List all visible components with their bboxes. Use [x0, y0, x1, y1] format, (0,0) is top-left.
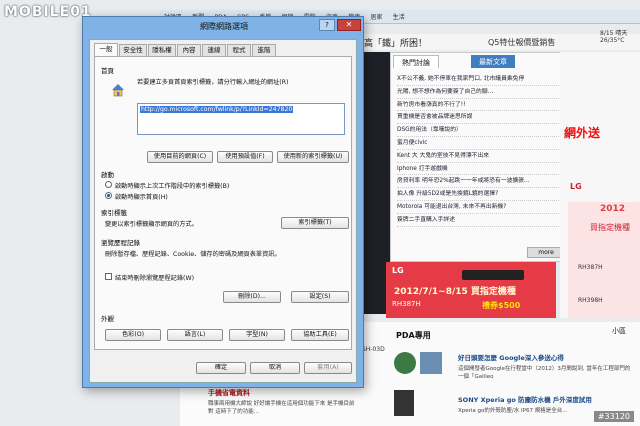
player-image — [462, 270, 524, 280]
pda-section-title[interactable]: PDA專用 — [396, 330, 431, 341]
article-thumbnail[interactable] — [394, 352, 416, 374]
right-ad-model-2: RH398H — [578, 297, 603, 304]
article-title[interactable]: 手機省電資料 — [208, 388, 250, 398]
tab-general[interactable]: 一般 — [94, 43, 118, 57]
tab-security[interactable]: 安全性 — [119, 44, 147, 56]
dialog-body: 一般 安全性 隱私權 內容 連線 程式 進階 首頁 若要建立多頁首頁索引標籤，請… — [89, 39, 357, 383]
tab-latest-articles[interactable]: 最新文章 — [471, 55, 515, 68]
internet-options-dialog: 網際網路選項 ? ✕ 一般 安全性 隱私權 內容 連線 程式 進階 首頁 若要建… — [82, 16, 364, 388]
news-item[interactable]: 蜜月便civic — [397, 137, 565, 150]
tabs-button[interactable]: 索引標籤(T) — [281, 217, 349, 229]
startup-home-page-radio[interactable] — [105, 192, 112, 199]
dialog-button-bar: 確定 取消 套用(A) — [90, 354, 356, 382]
tab-privacy[interactable]: 隱私權 — [148, 44, 176, 56]
close-button[interactable]: ✕ — [337, 19, 361, 31]
home-page-icon — [112, 84, 124, 97]
news-item[interactable]: 簽牌二手直購入手詳述 — [397, 214, 565, 227]
nav-item[interactable]: 生活 — [389, 10, 409, 23]
tabs-description: 變更以索引標籤顯示網頁的方式。 — [105, 221, 198, 228]
nav-item[interactable]: 居家 — [367, 10, 387, 23]
tab-connections[interactable]: 連線 — [202, 44, 226, 56]
headline-left[interactable]: 高「鐵」所困！ — [364, 36, 427, 49]
tab-advanced[interactable]: 進階 — [252, 44, 276, 56]
news-item[interactable]: 光陽, 想不想作為何要簽了自己的腳... — [397, 86, 565, 99]
headline-right[interactable]: Q5特仕報價暨銷售 — [488, 37, 555, 48]
colors-button[interactable]: 色彩(O) — [105, 329, 161, 341]
use-default-button[interactable]: 使用預設值(F) — [217, 151, 273, 163]
general-tab-pane: 首頁 若要建立多頁首頁索引標籤，請分行輸入網址的網址(R) http://go.… — [94, 56, 352, 350]
delete-history-button[interactable]: 刪除(D)... — [223, 291, 281, 303]
news-item[interactable]: Iphone 打手遊戲機 — [397, 163, 565, 176]
ad-date: 2012/7/1~8/15 買指定機種 — [394, 287, 516, 297]
article-body: 職事兩用機大師說 好好讓手機在這用個功能下來 是手機目前對 這時下了的功能... — [208, 401, 355, 415]
home-page-description: 若要建立多頁首頁索引標籤，請分行輸入網址的網址(R) — [137, 79, 289, 86]
cancel-button[interactable]: 取消 — [250, 362, 300, 374]
home-page-url-value: http://go.microsoft.com/fwlink/p/?LinkId… — [140, 106, 294, 113]
languages-button[interactable]: 語言(L) — [167, 329, 223, 341]
news-item[interactable]: 拍人像 升級5D2或是先換鏡L鏡的選擇? — [397, 188, 565, 201]
right-ad-model-1: RH387H — [578, 264, 603, 271]
watermark: #33120 — [593, 411, 634, 422]
pda-side-label: 小區 — [612, 327, 626, 335]
history-description: 刪除暫存檔、歷程記錄、Cookie、儲存的密碼及網頁表單資訊。 — [105, 251, 281, 258]
ad-price: 禮券$500 — [482, 301, 521, 310]
article-thumbnail[interactable] — [420, 352, 442, 374]
weather-widget: 8/15 晴天 26/35°C — [600, 30, 628, 44]
headline-strip: 高「鐵」所困！ Q5特仕報價暨銷售 — [360, 34, 640, 50]
tab-programs[interactable]: 程式 — [227, 44, 251, 56]
use-current-button[interactable]: 使用目前的網頁(C) — [147, 151, 213, 163]
delete-on-exit-checkbox[interactable] — [105, 273, 112, 280]
news-item[interactable]: 房貸利率 明年恐2%起跳一一年或將恐有一波擴張... — [397, 175, 565, 189]
lg-ad-banner[interactable]: LG 2012/7/1~8/15 買指定機種 RH387H 禮券$500 — [386, 262, 556, 318]
news-item[interactable]: 新竹房市看漲真的不行了!! — [397, 99, 565, 112]
lg-logo: LG — [392, 266, 404, 275]
phone-model-label[interactable]: SH-03D — [362, 346, 385, 353]
tab-content[interactable]: 內容 — [177, 44, 201, 56]
help-button[interactable]: ? — [319, 19, 335, 31]
startup-home-page-label[interactable]: 啟動時顯示首頁(H) — [115, 192, 168, 201]
delete-on-exit-label[interactable]: 結束時刪除瀏覽歷程記錄(W) — [115, 273, 194, 282]
home-page-section-label: 首頁 — [101, 67, 114, 75]
appearance-section-label: 外觀 — [101, 315, 114, 323]
news-item[interactable]: DSG的用法（靠嘆說的） — [397, 124, 565, 137]
startup-last-session-radio[interactable] — [105, 181, 112, 188]
history-section-label: 瀏覽歷程記錄 — [101, 239, 140, 247]
pda-article-summary: 這個開發者Google在行程當中（2012）3月間說到, 當年在工程部門的一個「… — [458, 366, 631, 380]
site-logo[interactable]: MOBILE01 — [4, 4, 92, 20]
startup-section-label: 啟動 — [101, 171, 114, 179]
pda-article-headline[interactable]: SONY Xperia go 防塵防水機 戶外深度試用 — [458, 394, 592, 404]
right-ad-promo[interactable]: 網外送 — [564, 124, 600, 141]
news-item[interactable]: Motorola 可能退出台灣, 未來不再出新機? — [397, 201, 565, 214]
accessibility-button[interactable]: 協助工具(E) — [291, 329, 349, 341]
bottom-article: 手機省電資料 職事兩用機大師說 好好讓手機在這用個功能下來 是手機目前對 這時下… — [180, 386, 360, 426]
history-settings-button[interactable]: 設定(S) — [291, 291, 349, 303]
tab-hot-discussions[interactable]: 熱門討論 — [393, 55, 439, 68]
news-list: X不公不義, 她不停車在我家門口, 北市議員乘免停 光陽, 想不想作為何要簽了自… — [397, 73, 565, 227]
right-ad-column: 網外送 LG 2012 買指定機種 RH387H RH398H — [560, 52, 640, 318]
right-ad-year: 2012 — [600, 204, 626, 214]
ad-model: RH387H — [392, 300, 421, 308]
apply-button[interactable]: 套用(A) — [304, 362, 352, 374]
fonts-button[interactable]: 字型(N) — [229, 329, 285, 341]
news-item[interactable]: Kent 大 大鬼的室技不見得漂不出來 — [397, 150, 565, 163]
right-ad-buy: 買指定機種 — [590, 223, 630, 232]
news-item[interactable]: X不公不義, 她不停車在我家門口, 北市議員乘免停 — [397, 73, 565, 86]
article-thumbnail[interactable] — [394, 390, 414, 416]
startup-last-session-label[interactable]: 啟動時顯示上次工作階段中的索引標籤(B) — [115, 181, 229, 190]
news-item[interactable]: 買重機是否會被品牌迷思所誤 — [397, 111, 565, 125]
use-new-tab-button[interactable]: 使用新的索引標籤(U) — [277, 151, 349, 163]
tabs-section-label: 索引標籤 — [101, 209, 127, 217]
home-page-url-input[interactable]: http://go.microsoft.com/fwlink/p/?LinkId… — [137, 103, 345, 135]
ok-button[interactable]: 確定 — [196, 362, 246, 374]
right-ad-lg-logo: LG — [570, 182, 582, 191]
pda-article-headline[interactable]: 好日頭要怎麼 Google深入參送心得 — [458, 352, 564, 362]
news-panel: 熱門討論 最新文章 X不公不義, 她不停車在我家門口, 北市議員乘免停 光陽, … — [390, 52, 570, 262]
